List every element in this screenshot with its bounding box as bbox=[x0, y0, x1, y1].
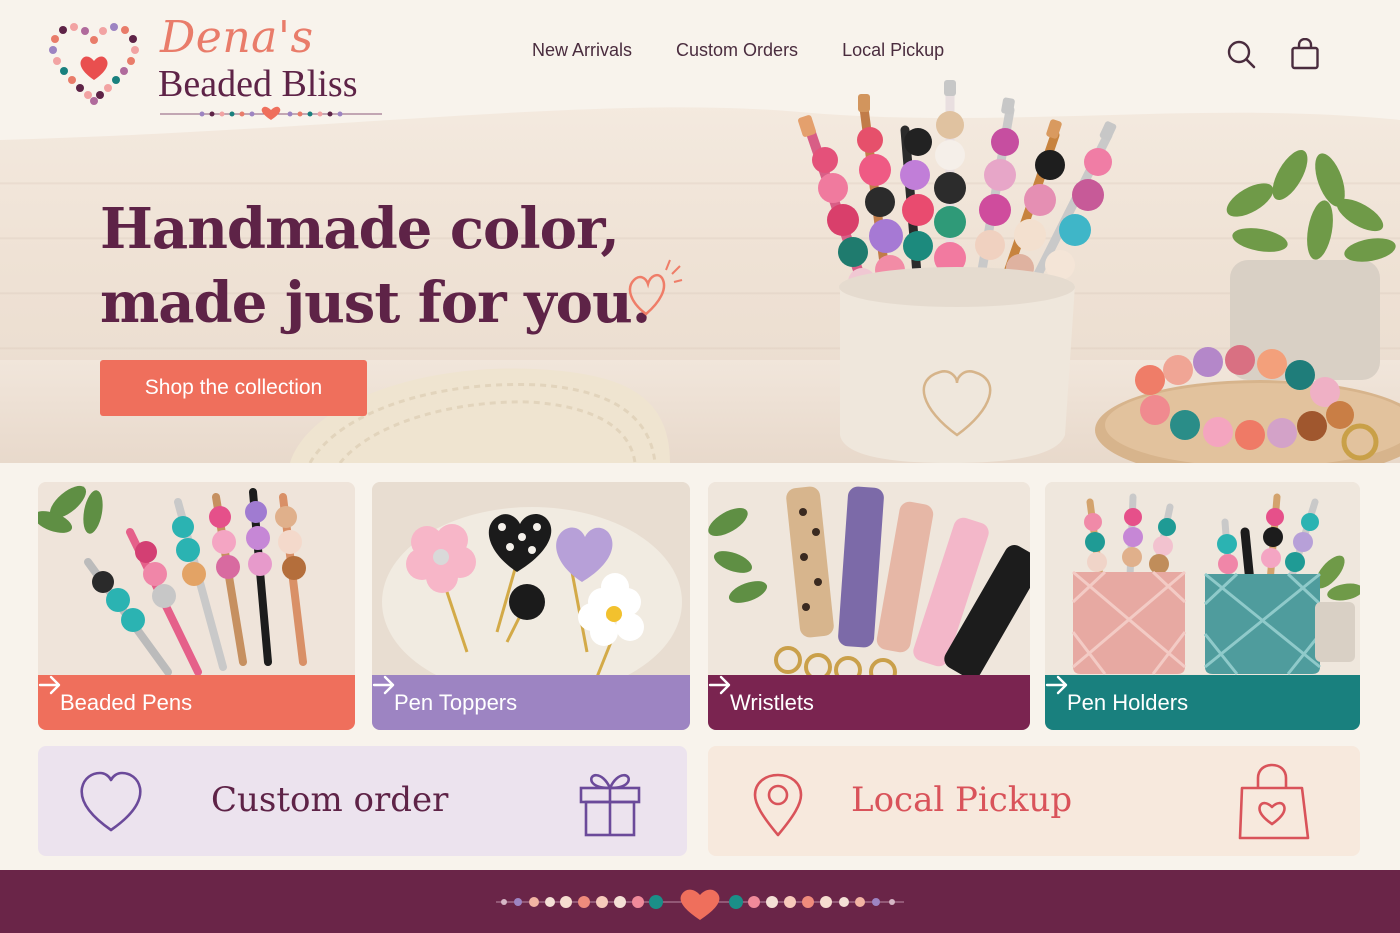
custom-order-panel[interactable]: Custom order bbox=[38, 746, 687, 856]
arrow-right-icon[interactable] bbox=[38, 675, 62, 695]
heart-doodle-icon bbox=[628, 259, 683, 316]
site-footer bbox=[0, 870, 1400, 933]
nav-local-pickup[interactable]: Local Pickup bbox=[842, 40, 944, 61]
custom-order-title: Custom order bbox=[211, 780, 449, 820]
main-nav: New Arrivals Custom Orders Local Pickup bbox=[532, 40, 944, 61]
nav-new-arrivals[interactable]: New Arrivals bbox=[532, 40, 632, 61]
shopping-bag-icon[interactable] bbox=[1290, 38, 1320, 70]
search-icon[interactable] bbox=[1226, 38, 1256, 70]
category-bar-wristlets: Wristlets bbox=[708, 675, 1030, 730]
category-card-pen-toppers[interactable]: Pen Toppers bbox=[372, 482, 690, 730]
category-bar-beaded-pens: Beaded Pens bbox=[38, 675, 355, 730]
category-label: Beaded Pens bbox=[60, 689, 193, 715]
category-card-beaded-pens[interactable]: Beaded Pens bbox=[38, 482, 355, 730]
gift-icon bbox=[579, 773, 641, 837]
local-pickup-title: Local Pickup bbox=[851, 780, 1073, 820]
bead-string-ornament bbox=[496, 889, 904, 920]
beaded-heart-icon[interactable] bbox=[48, 18, 140, 108]
category-card-pen-holders[interactable]: Pen Holders bbox=[1045, 482, 1360, 730]
arrow-right-icon[interactable] bbox=[708, 675, 732, 695]
category-bar-pen-toppers: Pen Toppers bbox=[372, 675, 690, 730]
category-label: Pen Toppers bbox=[394, 689, 518, 715]
category-label: Pen Holders bbox=[1067, 689, 1189, 715]
arrow-right-icon[interactable] bbox=[1045, 675, 1069, 695]
arrow-right-icon[interactable] bbox=[372, 675, 396, 695]
category-bar-pen-holders: Pen Holders bbox=[1045, 675, 1360, 730]
brand-main-name: Beaded Bliss bbox=[158, 63, 358, 105]
site-header: Dena's Beaded Bliss New Arrivals Custom … bbox=[0, 0, 1400, 120]
local-pickup-panel[interactable]: Local Pickup bbox=[708, 746, 1360, 856]
heart-outline-icon bbox=[80, 771, 142, 832]
map-pin-icon bbox=[753, 773, 803, 837]
heart-bag-icon bbox=[1238, 763, 1310, 840]
brand-script-name: Dena's bbox=[160, 12, 314, 63]
bead-divider-ornament bbox=[160, 106, 382, 120]
category-card-wristlets[interactable]: Wristlets bbox=[708, 482, 1030, 730]
nav-custom-orders[interactable]: Custom Orders bbox=[676, 40, 798, 61]
category-grid: Beaded Pens Pen Toppers Wristlets Pen Ho… bbox=[38, 482, 1360, 730]
category-label: Wristlets bbox=[730, 689, 814, 715]
shop-collection-button[interactable]: Shop the collection bbox=[100, 360, 367, 416]
